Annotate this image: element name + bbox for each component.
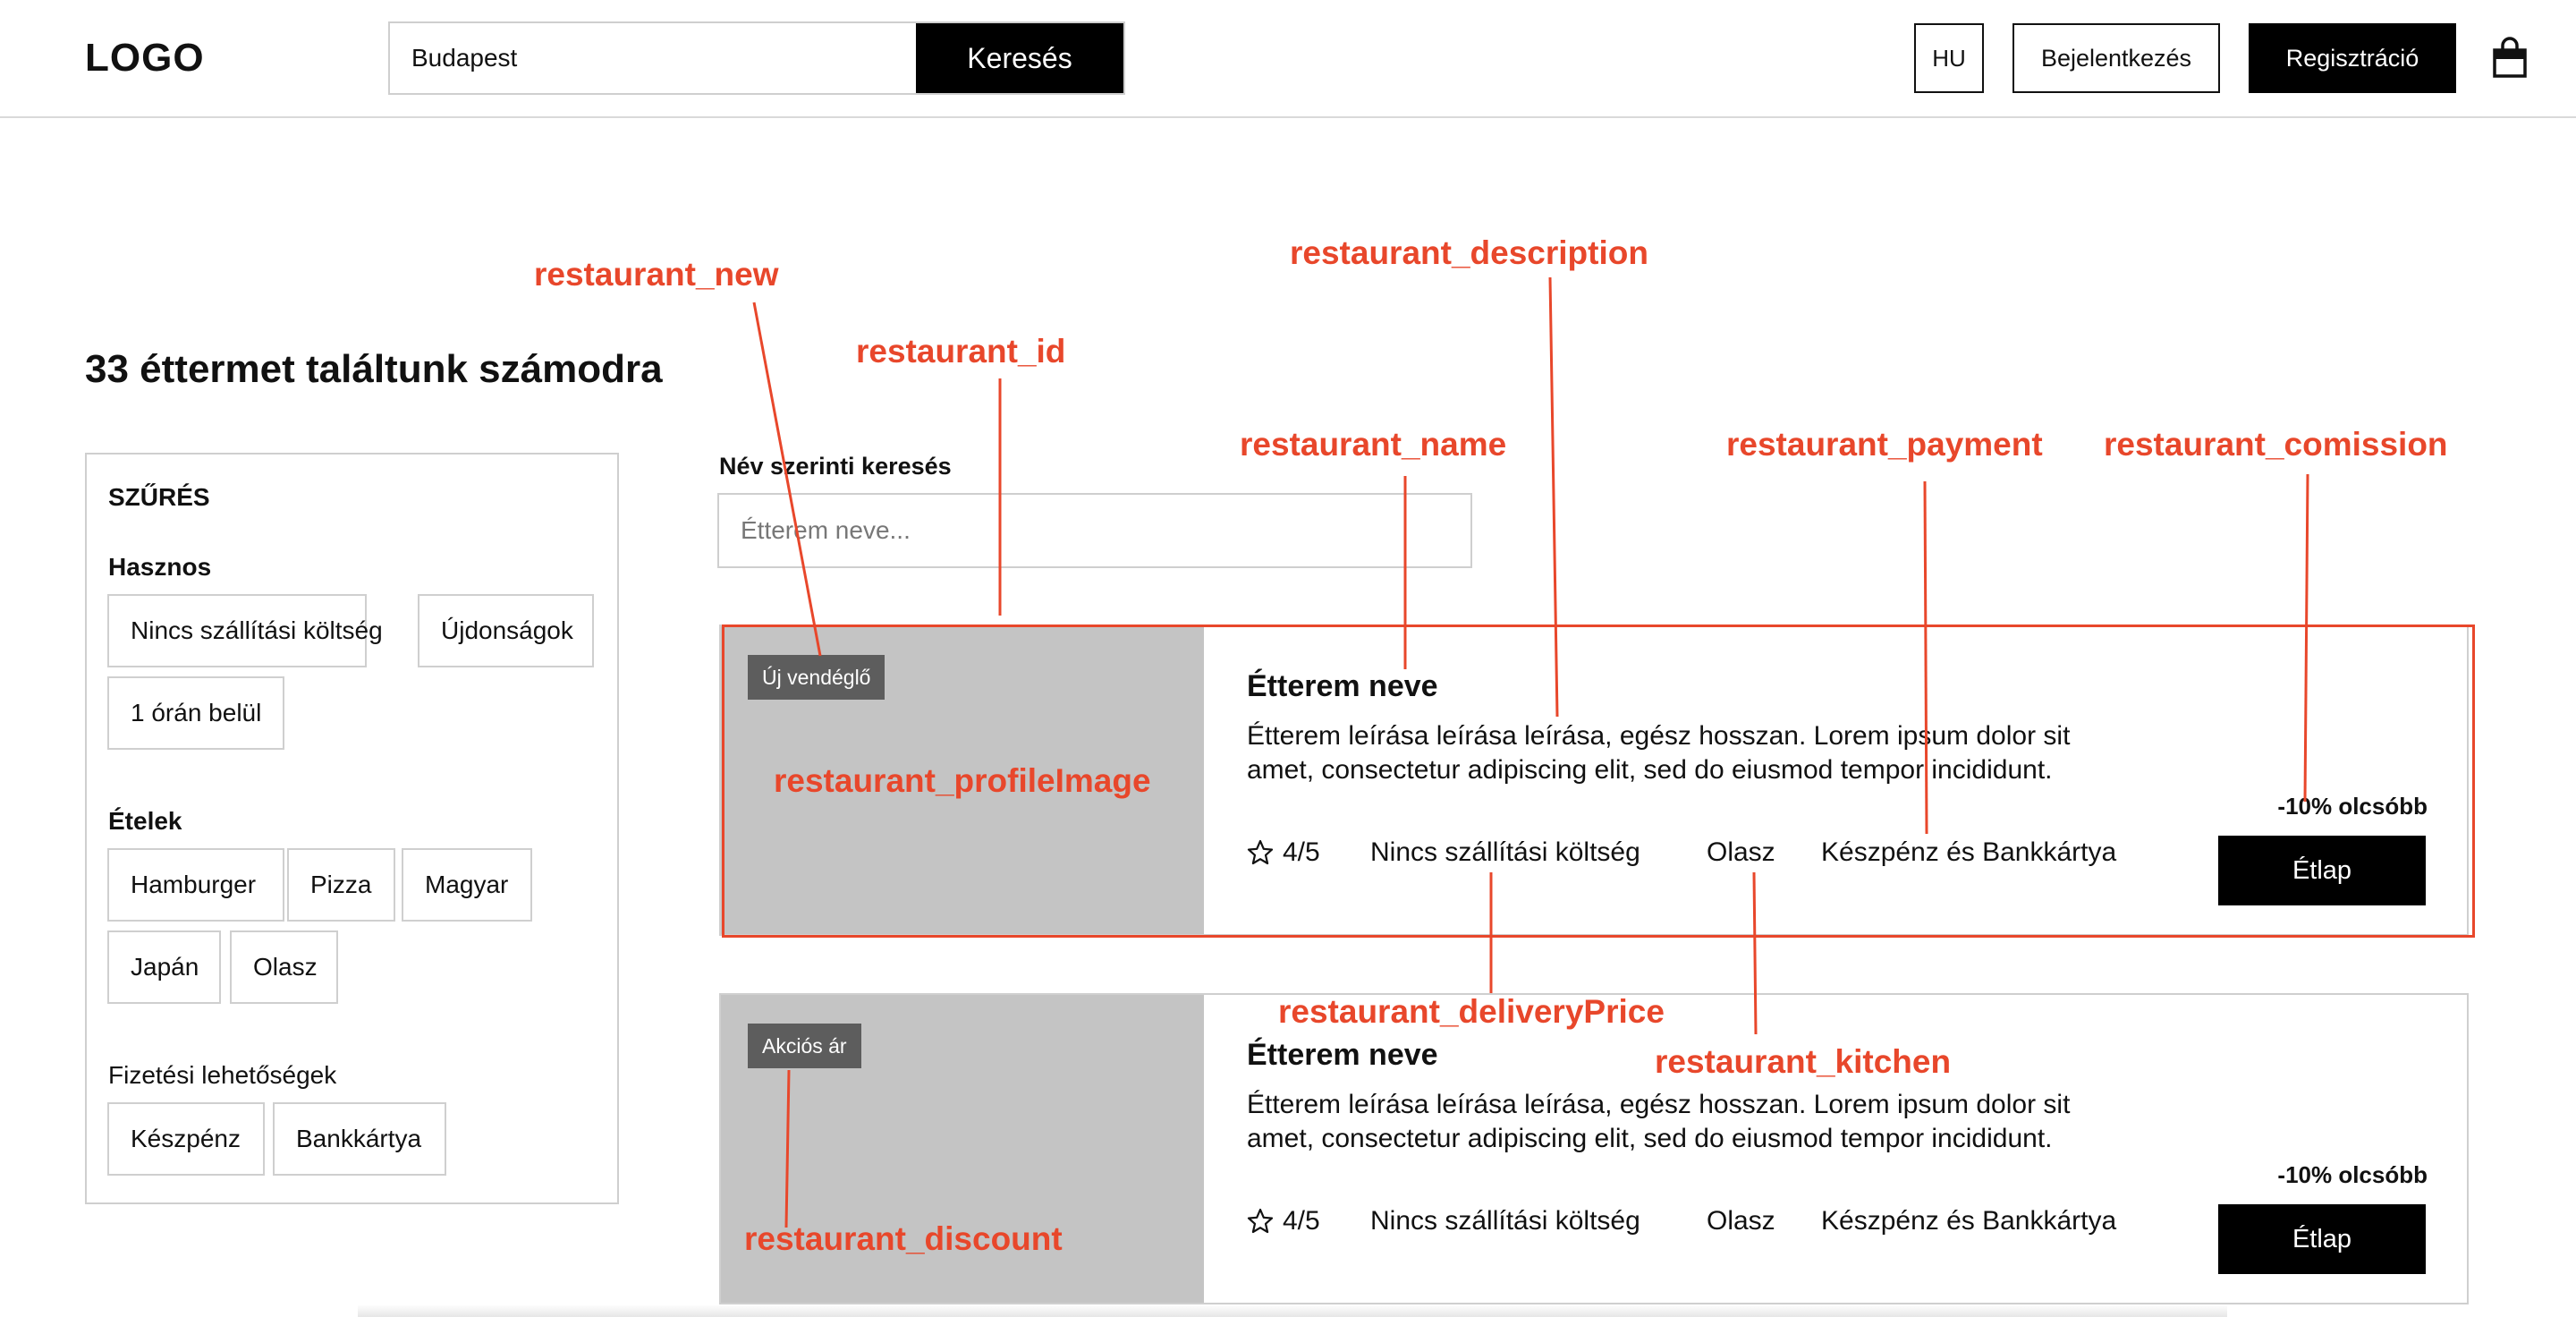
restaurant-badge: Új vendéglő bbox=[748, 655, 886, 700]
filter-panel: SZŰRÉS Hasznos Nincs szállítási költség … bbox=[85, 453, 619, 1204]
restaurant-rating: 4/5 bbox=[1283, 837, 1320, 867]
filter-chip-cash[interactable]: Készpénz bbox=[107, 1102, 265, 1176]
restaurant-name[interactable]: Étterem neve bbox=[1247, 669, 1438, 704]
restaurant-kitchen: Olasz bbox=[1707, 837, 1775, 867]
filter-chip-japan[interactable]: Japán bbox=[107, 930, 221, 1004]
name-search-label: Név szerinti keresés bbox=[719, 453, 952, 480]
filter-group-useful-title: Hasznos bbox=[108, 553, 212, 581]
star-icon bbox=[1247, 839, 1274, 865]
restaurant-rating: 4/5 bbox=[1283, 1206, 1320, 1236]
menu-button[interactable]: Étlap bbox=[2218, 1204, 2426, 1274]
restaurant-badge: Akciós ár bbox=[748, 1024, 861, 1068]
menu-button[interactable]: Étlap bbox=[2218, 836, 2426, 905]
top-header: LOGO Keresés HU Bejelentkezés Regisztrác… bbox=[0, 0, 2576, 118]
filter-chip-olasz[interactable]: Olasz bbox=[230, 930, 338, 1004]
restaurant-description: Étterem leírása leírása leírása, egész h… bbox=[1247, 721, 2071, 785]
annotation-restaurant-comission: restaurant_comission bbox=[2104, 426, 2448, 463]
shopping-bag-icon[interactable] bbox=[2492, 36, 2528, 79]
restaurant-description: Étterem leírása leírása leírása, egész h… bbox=[1247, 1090, 2071, 1153]
search-button[interactable]: Keresés bbox=[916, 23, 1123, 93]
restaurant-payment: Készpénz és Bankkártya bbox=[1821, 837, 2117, 867]
location-search-input[interactable] bbox=[390, 23, 916, 93]
restaurant-delivery-price: Nincs szállítási költség bbox=[1370, 837, 1640, 867]
filter-heading: SZŰRÉS bbox=[108, 483, 210, 511]
restaurant-kitchen: Olasz bbox=[1707, 1206, 1775, 1236]
annotation-restaurant-payment: restaurant_payment bbox=[1726, 426, 2043, 463]
filter-group-payment-title: Fizetési lehetőségek bbox=[108, 1061, 337, 1089]
star-icon bbox=[1247, 1208, 1274, 1234]
filter-chip-free-delivery[interactable]: Nincs szállítási költség bbox=[107, 594, 383, 667]
bottom-edge bbox=[358, 1304, 2227, 1317]
annotation-restaurant-discount: restaurant_discount bbox=[744, 1220, 1063, 1257]
restaurant-discount-label: -10% olcsóbb bbox=[2277, 793, 2428, 820]
name-search-input[interactable] bbox=[717, 493, 1472, 568]
filter-group-foods-title: Ételek bbox=[108, 807, 182, 835]
restaurant-payment: Készpénz és Bankkártya bbox=[1821, 1206, 2117, 1236]
filter-chip-new[interactable]: Újdonságok bbox=[418, 594, 594, 667]
restaurant-delivery-price: Nincs szállítási költség bbox=[1370, 1206, 1640, 1236]
login-button[interactable]: Bejelentkezés bbox=[2012, 23, 2220, 93]
filter-chip-magyar[interactable]: Magyar bbox=[402, 848, 532, 922]
register-button[interactable]: Regisztráció bbox=[2249, 23, 2456, 93]
results-title: 33 éttermet találtunk számodra bbox=[85, 347, 663, 391]
annotation-restaurant-kitchen: restaurant_kitchen bbox=[1655, 1043, 1952, 1080]
restaurant-name[interactable]: Étterem neve bbox=[1247, 1038, 1438, 1073]
filter-chip-hamburger[interactable]: Hamburger bbox=[107, 848, 284, 922]
logo[interactable]: LOGO bbox=[85, 36, 205, 81]
language-button[interactable]: HU bbox=[1914, 23, 1984, 93]
annotation-restaurant-delivery-price: restaurant_deliveryPrice bbox=[1278, 993, 1665, 1030]
annotation-restaurant-id: restaurant_id bbox=[856, 333, 1066, 370]
filter-chip-within-hour[interactable]: 1 órán belül bbox=[107, 676, 284, 750]
annotation-restaurant-profile-image: restaurant_profileImage bbox=[774, 762, 1151, 799]
annotation-restaurant-name: restaurant_name bbox=[1240, 426, 1507, 463]
filter-chip-pizza[interactable]: Pizza bbox=[287, 848, 395, 922]
annotation-restaurant-description: restaurant_description bbox=[1290, 234, 1648, 271]
location-search: Keresés bbox=[388, 21, 1125, 95]
restaurant-discount-label: -10% olcsóbb bbox=[2277, 1161, 2428, 1188]
annotation-restaurant-new: restaurant_new bbox=[534, 256, 779, 293]
filter-chip-card[interactable]: Bankkártya bbox=[273, 1102, 446, 1176]
